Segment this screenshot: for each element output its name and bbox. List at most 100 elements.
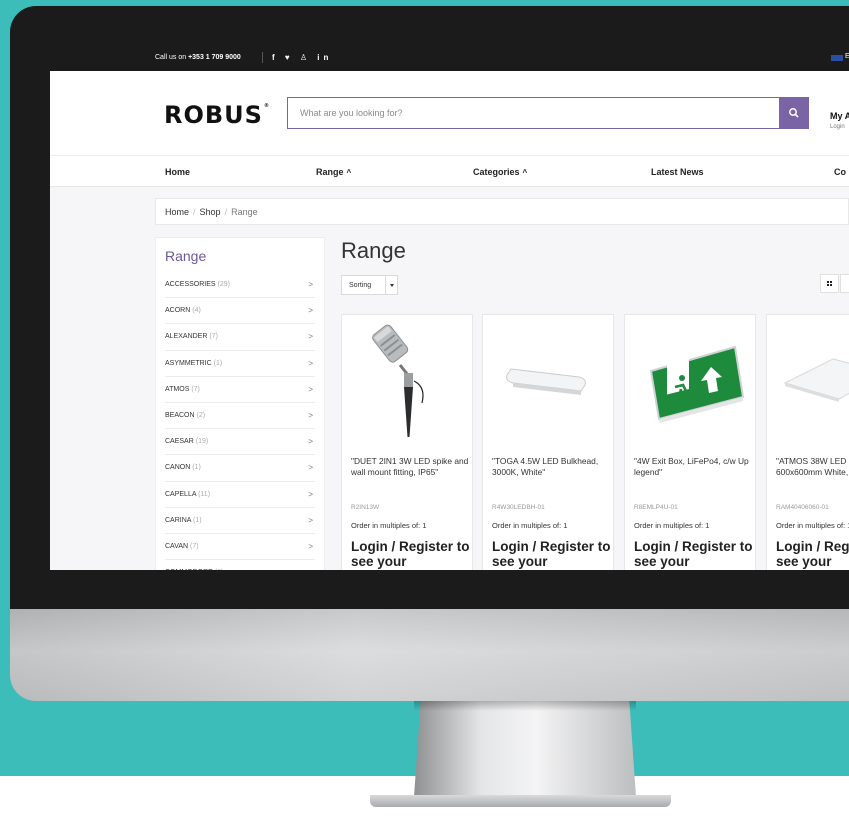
list-view-icon[interactable]	[840, 274, 849, 293]
sidebar-item-count: (1)	[192, 464, 201, 472]
product-image[interactable]	[342, 315, 472, 445]
nav-home[interactable]: Home	[165, 167, 190, 177]
sidebar-item-count: (4)	[192, 307, 201, 315]
sidebar-item-count: (1)	[213, 359, 223, 367]
order-multiples: Order in multiples of: 1	[351, 521, 427, 530]
product-sku: R4W30LEDBH-01	[492, 504, 545, 511]
login-register-link[interactable]: Login / Register to see your	[351, 539, 475, 569]
site-header: ROBUS® My A Login	[50, 71, 849, 155]
breadcrumb: Home / Shop / Range	[155, 198, 849, 225]
sidebar-item-label: CAVAN	[165, 542, 189, 550]
chevron-right-icon: >	[308, 568, 313, 570]
product-image[interactable]	[767, 315, 849, 445]
sidebar-item-asymmetric[interactable]: ASYMMETRIC (1) >	[165, 351, 315, 377]
sidebar-item-alexander[interactable]: ALEXANDER (7) >	[165, 324, 315, 351]
monitor-base	[370, 795, 671, 807]
sidebar-item-cavan[interactable]: CAVAN (7) >	[165, 534, 315, 561]
monitor-stand-shadow	[414, 701, 636, 711]
social-icons[interactable]: f ♥ ♙ in	[272, 53, 332, 62]
range-list: ACCESSORIES (29) > ACORN (4) > ALEXANDER (7)…	[165, 272, 315, 570]
product-card[interactable]: "ATMOS 38W LED IP20, 600x600mm White, 40…	[766, 314, 849, 570]
chevron-right-icon: >	[308, 489, 313, 499]
sidebar-item-label: ACORN	[165, 307, 191, 315]
chevron-right-icon: >	[308, 384, 313, 394]
exit-sign-icon	[649, 345, 745, 423]
order-multiples: Order in multiples of: 1	[492, 521, 568, 530]
sidebar-item-label: BEACON	[165, 411, 195, 419]
sidebar-title: Range	[165, 248, 207, 264]
chevron-right-icon: >	[308, 332, 313, 342]
chevron-up-icon: ^	[346, 168, 352, 177]
my-account-link[interactable]: My A	[830, 111, 849, 121]
product-name[interactable]: "DUET 2IN1 3W LED spike and wall mount f…	[351, 456, 469, 478]
sidebar-item-label: ACCESSORIES	[165, 281, 216, 288]
product-image[interactable]	[483, 315, 613, 445]
sidebar-item-acorn[interactable]: ACORN (4) >	[165, 298, 315, 325]
product-card[interactable]: "4W Exit Box, LiFePo4, c/w Up legend" R8E…	[624, 314, 756, 570]
breadcrumb-home[interactable]: Home	[165, 207, 189, 217]
nav-latest-news[interactable]: Latest News	[651, 167, 704, 177]
sidebar-item-count: (7)	[190, 542, 199, 550]
main-nav: Home Range ^ Categories ^ Latest News Co	[50, 155, 849, 187]
sidebar-item-count: (11)	[198, 490, 211, 498]
sorting-dropdown[interactable]: Sorting	[341, 275, 398, 295]
product-sku: R8EMLP4U-01	[634, 504, 678, 511]
chevron-up-icon: ^	[522, 168, 528, 177]
nav-range[interactable]: Range ^	[316, 167, 351, 177]
spike-light-icon	[372, 324, 424, 437]
chevron-right-icon: >	[308, 541, 313, 551]
sidebar-item-canon[interactable]: CANON (1) >	[165, 455, 315, 482]
sidebar-item-count: (8)	[215, 569, 224, 570]
language-selector[interactable]: E	[845, 53, 849, 60]
login-register-link[interactable]: Login / Register to see your	[634, 539, 758, 569]
sidebar-item-count: (19)	[195, 438, 209, 446]
chevron-right-icon: >	[308, 515, 313, 525]
nav-categories[interactable]: Categories ^	[473, 167, 527, 177]
top-bar: Call us on +353 1 709 9000 f ♥ ♙ in E	[50, 45, 849, 71]
login-register-link[interactable]: Login / Register to see your	[776, 539, 849, 569]
search-button[interactable]	[779, 97, 809, 129]
call-us-text: Call us on +353 1 709 9000	[155, 54, 241, 61]
sidebar-item-label: CAPELLA	[165, 490, 197, 498]
sidebar-item-atmos[interactable]: ATMOS (7) >	[165, 377, 315, 403]
breadcrumb-range: Range	[231, 207, 258, 217]
sidebar-item-label: ATMOS	[165, 385, 190, 393]
sidebar-item-count: (2)	[196, 411, 206, 419]
login-register-link[interactable]: Login / Register to see your	[492, 539, 616, 569]
range-sidebar: Range ACCESSORIES (29) > ACORN (4) > ALEXAND…	[155, 237, 325, 570]
chevron-right-icon: >	[308, 280, 313, 289]
sidebar-item-capella[interactable]: CAPELLA (11) >	[165, 482, 315, 508]
product-card[interactable]: "DUET 2IN1 3W LED spike and wall mount f…	[341, 314, 473, 570]
login-link[interactable]: Login	[830, 124, 845, 130]
grid-view-icon[interactable]	[820, 274, 839, 293]
sidebar-item-accessories[interactable]: ACCESSORIES (29) >	[165, 272, 315, 299]
search-icon	[789, 108, 799, 118]
product-name[interactable]: "ATMOS 38W LED IP20, 600x600mm White, 40…	[776, 456, 849, 478]
robus-logo[interactable]: ROBUS®	[164, 101, 270, 129]
chevron-right-icon: >	[308, 306, 313, 316]
order-multiples: Order in multiples of: 1	[776, 521, 849, 530]
topbar-divider	[262, 52, 263, 63]
sidebar-item-count: (29)	[217, 281, 230, 288]
search-input[interactable]	[288, 98, 780, 128]
sidebar-item-beacon[interactable]: BEACON (2) >	[165, 403, 315, 430]
order-multiples: Order in multiples of: 1	[634, 521, 710, 530]
phone-number[interactable]: +353 1 709 9000	[188, 54, 241, 61]
flag-icon[interactable]	[831, 55, 843, 61]
product-sku: RAM40406060-01	[776, 504, 829, 511]
breadcrumb-shop[interactable]: Shop	[200, 207, 221, 217]
sidebar-item-label: ASYMMETRIC	[165, 359, 212, 367]
product-card[interactable]: "TOGA 4.5W LED Bulkhead, 3000K, White" R4…	[482, 314, 614, 570]
nav-contact[interactable]: Co	[834, 167, 846, 177]
sidebar-item-caesar[interactable]: CAESAR (19) >	[165, 429, 315, 456]
sidebar-item-commodore[interactable]: COMMODORE (8) >	[165, 560, 315, 570]
led-panel-icon	[783, 358, 849, 402]
sidebar-item-carina[interactable]: CARINA (1) >	[165, 508, 315, 534]
product-sku: R2IN13W	[351, 504, 380, 511]
product-name[interactable]: "TOGA 4.5W LED Bulkhead, 3000K, White"	[492, 456, 610, 478]
product-image[interactable]	[625, 315, 755, 445]
product-name[interactable]: "4W Exit Box, LiFePo4, c/w Up legend"	[634, 456, 752, 478]
search-box	[287, 97, 780, 129]
monitor-chin-shade	[10, 609, 849, 701]
chevron-right-icon: >	[308, 410, 313, 420]
